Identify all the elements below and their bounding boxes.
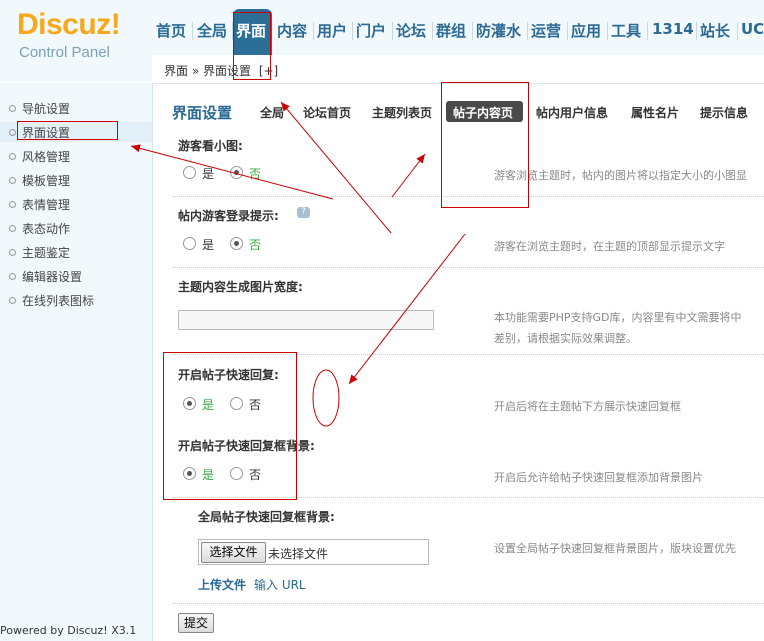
annotation-arrows xyxy=(130,101,466,427)
arrow-to-nav xyxy=(280,101,392,234)
arrow-to-tab xyxy=(391,153,426,198)
arrow-to-sidebar xyxy=(130,144,334,200)
annotation-ellipse xyxy=(312,369,340,427)
arrow-to-settings xyxy=(348,233,466,385)
